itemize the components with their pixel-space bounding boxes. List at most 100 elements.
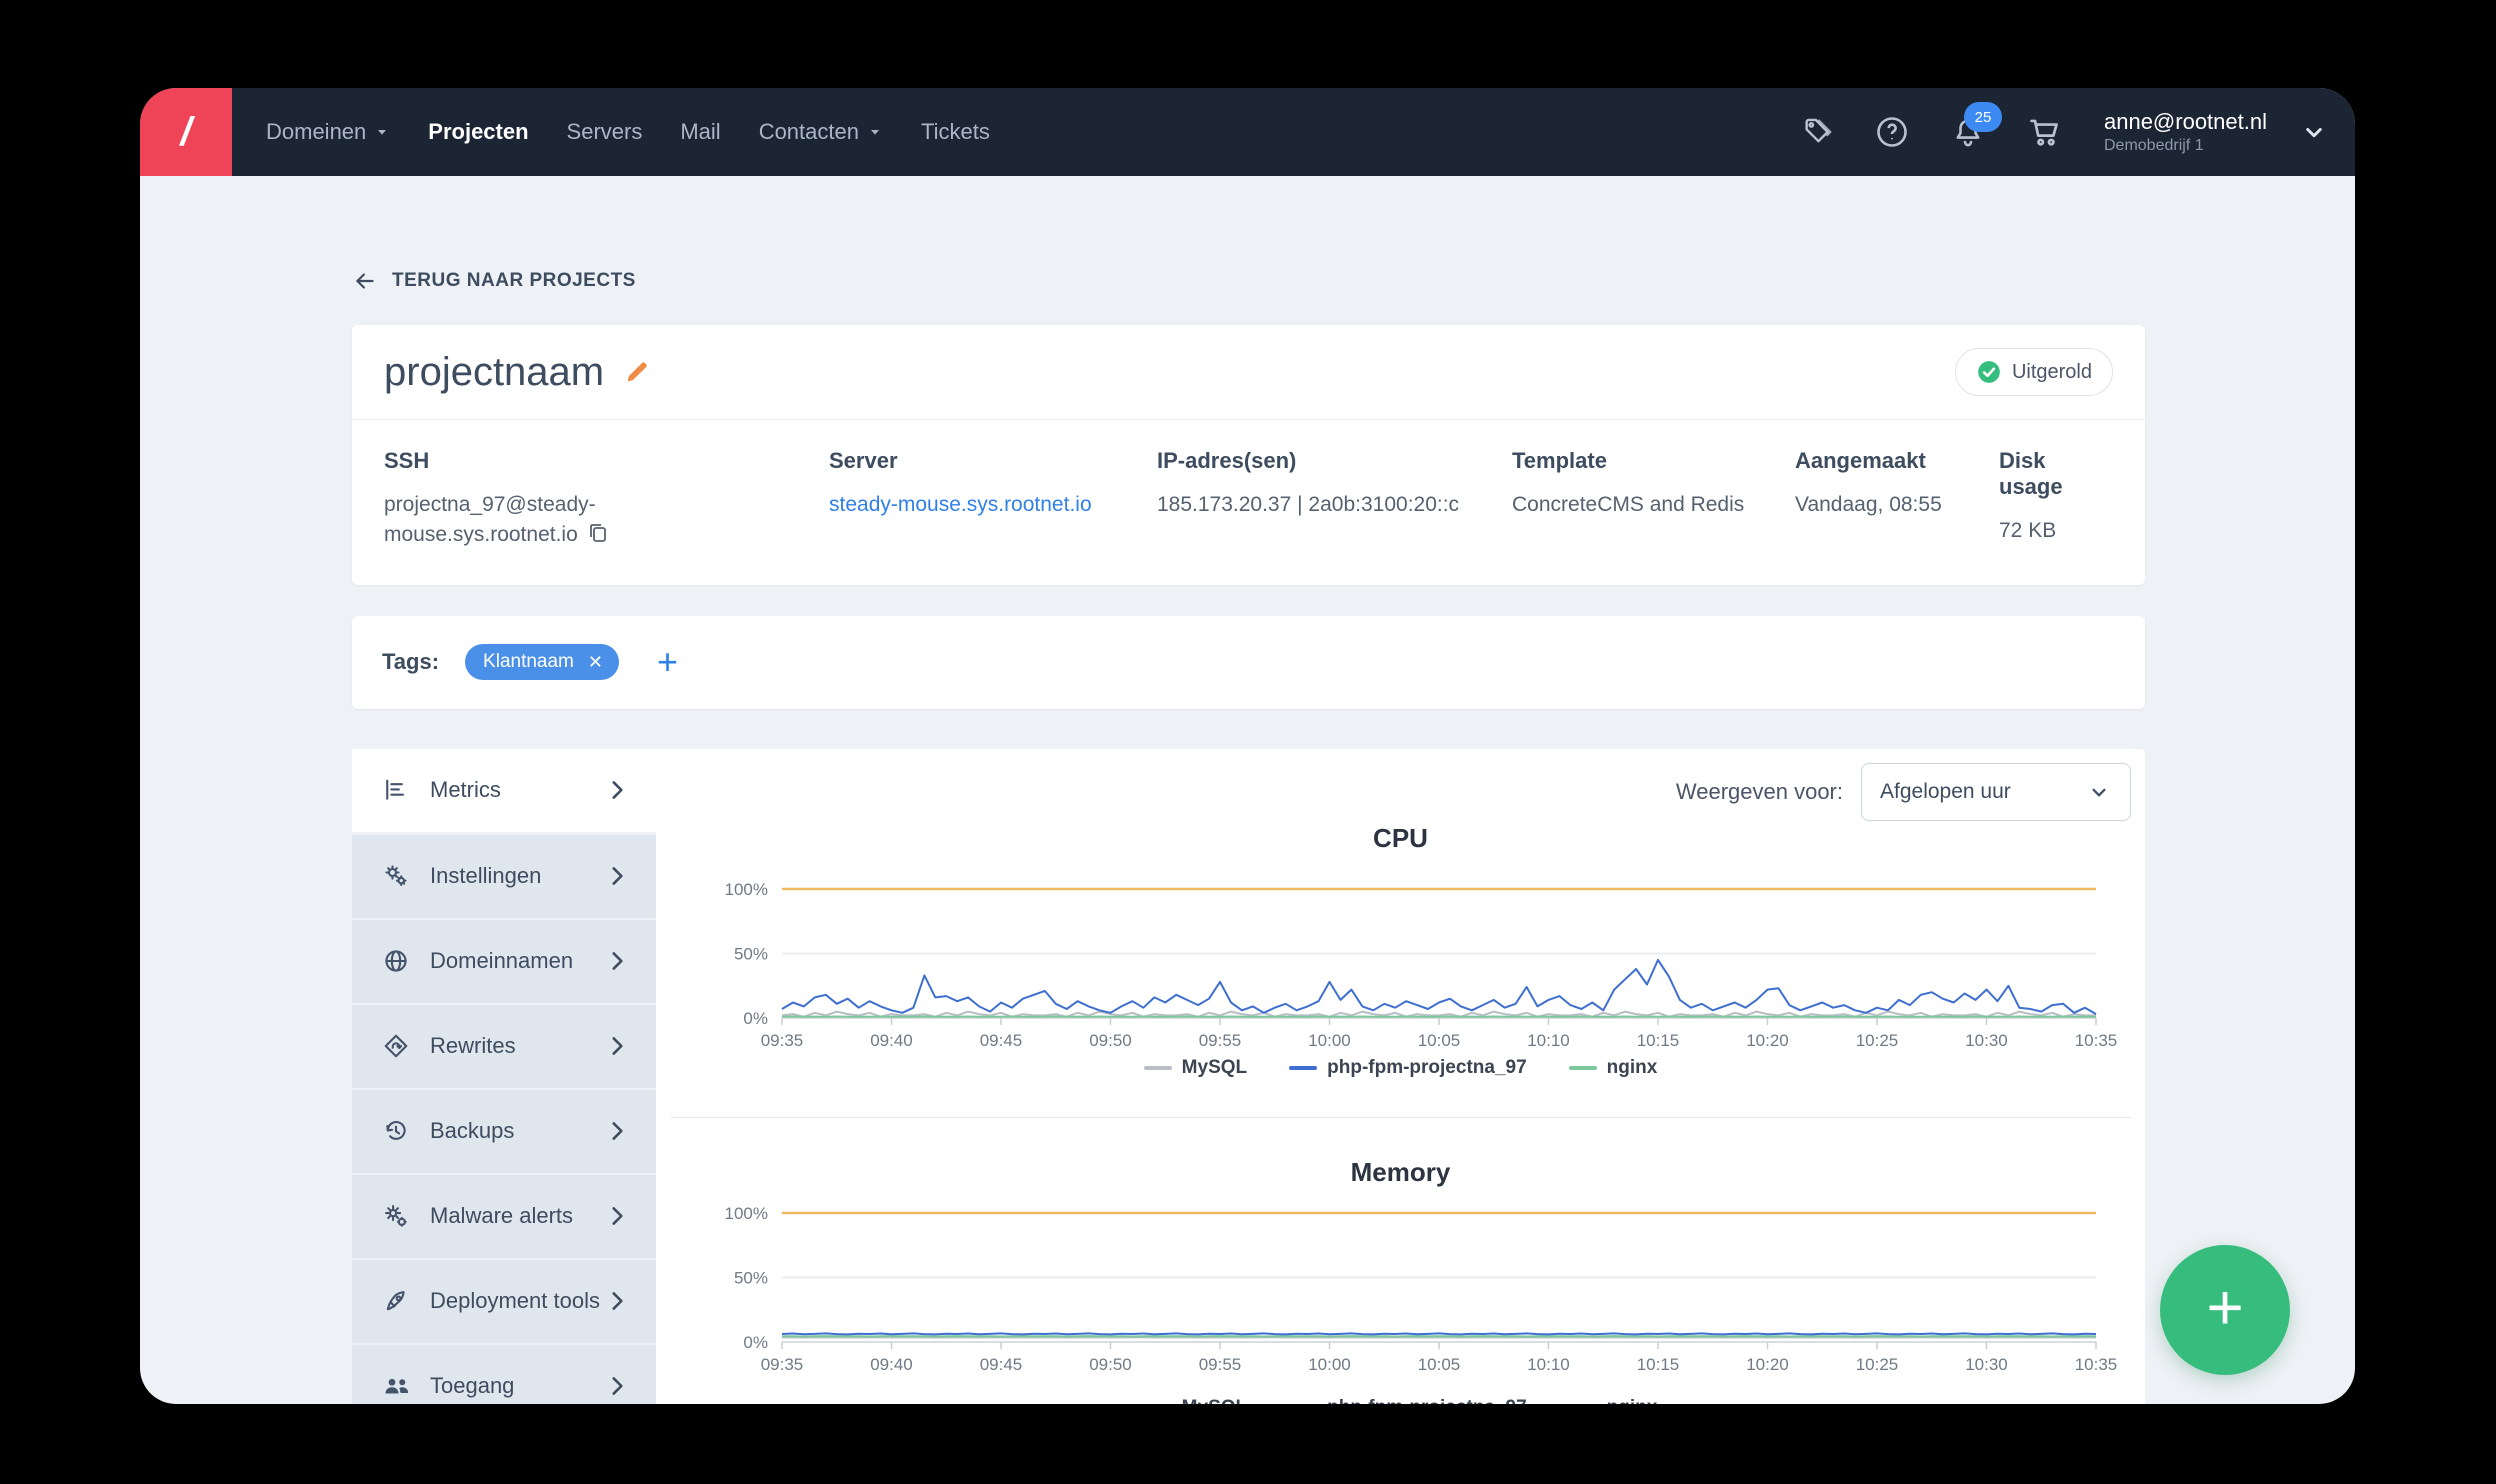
info-col-disk-usage: Disk usage72 KB [1999,448,2113,551]
remove-tag-icon[interactable]: ✕ [588,652,603,673]
legend-swatch [1569,1066,1597,1070]
brand-logo[interactable]: / [140,88,232,176]
sidebar-item-metrics[interactable]: Metrics [352,749,656,832]
info-label: IP-adres(sen) [1157,448,1512,474]
sidebar-item-backups[interactable]: Backups [352,1090,656,1173]
memory-chart-title: Memory [656,1157,2145,1188]
sidebar-item-label: Metrics [430,777,604,803]
svg-text:10:30: 10:30 [1965,1031,2008,1050]
memory-chart: 100%50%0%09:3509:4009:4509:5009:5510:001… [656,1193,2145,1375]
users-icon [382,1371,412,1401]
page-title: projectnaam [384,350,604,395]
info-value: projectna_97@steady-mouse.sys.rootnet.io [384,490,689,551]
svg-text:09:50: 09:50 [1089,1031,1132,1050]
select-chevron-down-icon [2086,779,2112,805]
nav-item-projecten[interactable]: Projecten [428,119,528,145]
tags-card: Tags: Klantnaam✕ + [352,616,2145,709]
svg-text:09:50: 09:50 [1089,1355,1132,1374]
tags-icon[interactable] [1800,115,1834,149]
info-label: Template [1512,448,1795,474]
chevron-right-icon [604,863,630,889]
svg-text:10:35: 10:35 [2075,1355,2118,1374]
time-range-value: Afgelopen uur [1880,780,2011,804]
chevron-right-icon [604,1288,630,1314]
add-project-fab[interactable]: + [2160,1245,2290,1375]
svg-text:10:30: 10:30 [1965,1355,2008,1374]
nav-item-label: Projecten [428,119,528,145]
svg-text:09:55: 09:55 [1199,1031,1242,1050]
cpu-chart-title: CPU [656,823,2145,854]
user-menu[interactable]: anne@rootnet.nl Demobedrijf 1 [2104,108,2267,156]
globe-icon [382,947,412,975]
nav-item-label: Domeinen [266,119,366,145]
svg-text:100%: 100% [725,1204,768,1223]
time-range-select[interactable]: Afgelopen uur [1861,763,2131,821]
sidebar-item-rewrites[interactable]: Rewrites [352,1005,656,1088]
nav-item-servers[interactable]: Servers [567,119,643,145]
navbar: / Domeinen Projecten Servers Mail Contacten T… [140,88,2355,176]
nav-menu: Domeinen Projecten Servers Mail Contacten Tic… [266,119,990,145]
legend-label: nginx [1607,1397,1658,1404]
cart-icon[interactable] [2026,113,2064,151]
svg-text:09:40: 09:40 [870,1355,913,1374]
add-tag-button[interactable]: + [657,644,678,680]
series-php-fpm-projectna_97 [782,1333,2096,1334]
sidebar-item-malware-alerts[interactable]: Malware alerts [352,1175,656,1258]
status-badge: Uitgerold [1955,348,2113,396]
legend-swatch [1144,1066,1172,1070]
metrics-section: Metrics Instellingen Domeinnamen RewritesBa… [352,749,2145,1404]
bell-icon[interactable]: 25 [1950,114,1986,150]
sidebar-item-domeinnamen[interactable]: Domeinnamen [352,920,656,1003]
sidebar-item-deployment-tools[interactable]: Deployment tools [352,1260,656,1343]
svg-text:10:20: 10:20 [1746,1031,1789,1050]
info-label: Aangemaakt [1795,448,1999,474]
logo-slash: / [180,110,191,155]
legend-item-nginx: nginx [1569,1057,1658,1079]
sidebar-item-label: Instellingen [430,863,604,889]
legend-label: php-fpm-projectna_97 [1327,1397,1527,1404]
nav-item-mail[interactable]: Mail [680,119,720,145]
plus-icon: + [2206,1275,2243,1339]
sidebar-item-label: Toegang [430,1373,604,1399]
info-col-template: TemplateConcreteCMS and Redis [1512,448,1795,551]
sidebar-item-label: Domeinnamen [430,948,604,974]
nav-item-contacten[interactable]: Contacten [759,119,883,145]
info-col-server: Serversteady-mouse.sys.rootnet.io [829,448,1157,551]
svg-text:10:15: 10:15 [1637,1031,1680,1050]
legend-item-mysql: MySQL [1144,1057,1247,1079]
gears-icon [382,862,412,890]
help-icon[interactable] [1874,114,1910,150]
info-col-ssh: SSHprojectna_97@steady-mouse.sys.rootnet… [384,448,829,551]
tag-pill[interactable]: Klantnaam✕ [465,644,619,680]
sidebar-item-toegang[interactable]: Toegang [352,1345,656,1404]
user-email: anne@rootnet.nl [2104,108,2267,136]
cpu-chart: 100%50%0%09:3509:4009:4509:5009:5510:001… [656,869,2145,1051]
svg-text:10:35: 10:35 [2075,1031,2118,1050]
svg-text:10:00: 10:00 [1308,1355,1351,1374]
info-value[interactable]: steady-mouse.sys.rootnet.io [829,490,1157,520]
svg-text:10:05: 10:05 [1418,1355,1461,1374]
back-link[interactable]: TERUG NAAR PROJECTS [352,268,636,294]
svg-text:10:10: 10:10 [1527,1355,1570,1374]
nav-item-tickets[interactable]: Tickets [921,119,990,145]
info-value: 185.173.20.37 | 2a0b:3100:20::c [1157,490,1512,520]
check-circle-icon [1976,359,2002,385]
info-col-ip-adres-sen-: IP-adres(sen) 185.173.20.37 | 2a0b:3100:2… [1157,448,1512,551]
svg-text:0%: 0% [743,1333,768,1352]
user-chevron-down-icon[interactable] [2299,117,2329,147]
nav-item-domeinen[interactable]: Domeinen [266,119,390,145]
svg-text:50%: 50% [734,1268,768,1287]
sidebar-item-instellingen[interactable]: Instellingen [352,835,656,918]
copy-icon[interactable] [586,521,610,545]
caret-down-icon [374,124,390,140]
edit-pencil-icon[interactable] [622,357,652,387]
legend-label: php-fpm-projectna_97 [1327,1057,1527,1079]
info-label: Disk usage [1999,448,2113,500]
sidebar-item-label: Malware alerts [430,1203,604,1229]
svg-text:09:35: 09:35 [761,1031,804,1050]
svg-text:09:55: 09:55 [1199,1355,1242,1374]
rocket-icon [382,1287,412,1315]
svg-text:0%: 0% [743,1009,768,1028]
svg-text:10:10: 10:10 [1527,1031,1570,1050]
svg-text:10:20: 10:20 [1746,1355,1789,1374]
